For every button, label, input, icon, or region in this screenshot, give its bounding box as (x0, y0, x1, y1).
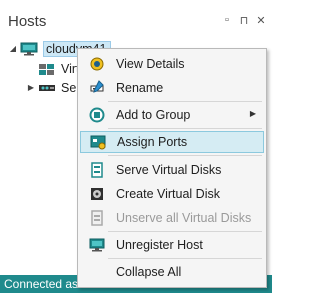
submenu-arrow-icon: ▶ (249, 109, 256, 118)
menu-item-collapse-all[interactable]: Collapse All (80, 261, 264, 283)
menu-item-unregister-host[interactable]: Unregister Host (80, 234, 264, 256)
monitor-icon (20, 42, 38, 56)
collapse-arrow-icon[interactable]: ◢ (6, 44, 20, 53)
menu-item-serve-virtual-disks[interactable]: Serve Virtual Disks (80, 159, 264, 181)
rename-icon (86, 80, 108, 96)
menu-item-unserve-all-virtual-disks[interactable]: Unserve all Virtual Disks (80, 207, 264, 229)
menu-separator (108, 155, 262, 156)
context-menu: View Details Rename Add to Group ▶ Assig… (77, 48, 267, 288)
menu-separator (108, 128, 262, 129)
menu-separator (108, 101, 262, 102)
unserve-disks-icon (86, 210, 108, 226)
menu-item-add-to-group[interactable]: Add to Group ▶ (80, 104, 264, 126)
menu-separator (108, 231, 262, 232)
add-to-group-icon (86, 107, 108, 123)
menu-item-assign-ports[interactable]: Assign Ports (80, 131, 264, 153)
menu-item-rename[interactable]: Rename (80, 77, 264, 99)
autohide-button[interactable]: ⊓ (239, 14, 249, 27)
unregister-host-icon (86, 237, 108, 253)
serve-virtual-disks-icon (86, 162, 108, 178)
menu-item-create-virtual-disk[interactable]: Create Virtual Disk (80, 183, 264, 205)
panel-title: Hosts (8, 13, 47, 30)
create-virtual-disk-icon (86, 186, 108, 202)
assign-ports-icon (87, 134, 109, 150)
server-ports-icon (38, 81, 56, 95)
pin-button[interactable]: ▫ (222, 14, 232, 27)
menu-item-view-details[interactable]: View Details (80, 53, 264, 75)
virtual-disk-group-icon (38, 62, 56, 76)
menu-separator (108, 258, 262, 259)
panel-title-buttons: ▫ ⊓ ✕ (222, 14, 266, 27)
expand-arrow-icon[interactable]: ▶ (24, 83, 38, 92)
view-details-icon (86, 56, 108, 72)
close-button[interactable]: ✕ (256, 14, 266, 27)
